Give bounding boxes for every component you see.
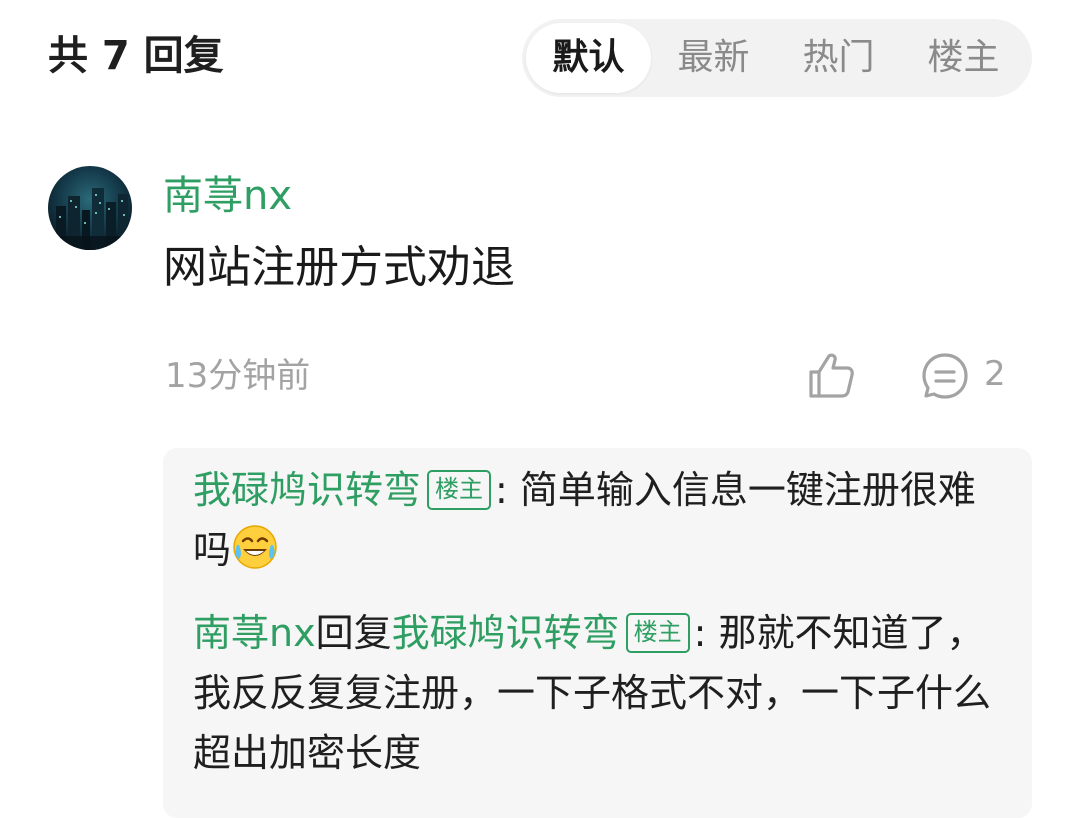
reply-separator: : bbox=[495, 468, 508, 512]
reply-separator: : bbox=[693, 611, 707, 655]
comment-time: 13分钟前 bbox=[165, 356, 311, 396]
laugh-cry-emoji-icon bbox=[231, 523, 279, 571]
tab-latest[interactable]: 最新 bbox=[651, 23, 776, 93]
op-badge: 楼主 bbox=[427, 470, 492, 510]
reply-verb: 回复 bbox=[315, 611, 392, 655]
comment-button[interactable]: 2 bbox=[920, 350, 1020, 400]
sort-tabs: 默认 最新 热门 楼主 bbox=[522, 19, 1032, 97]
replies-box[interactable]: 我碌鸠识转弯 楼主: 简单输入信息一键注册很难吗 南荨nx回复我碌鸠识转弯 楼主: … bbox=[163, 448, 1032, 818]
tab-hot[interactable]: 热门 bbox=[776, 23, 901, 93]
like-button[interactable] bbox=[805, 350, 859, 400]
tab-op-only[interactable]: 楼主 bbox=[901, 23, 1026, 93]
thumbs-up-icon bbox=[809, 353, 854, 398]
op-badge: 楼主 bbox=[625, 613, 690, 653]
reply-author[interactable]: 南荨nx bbox=[193, 611, 316, 655]
comment-text: 网站注册方式劝退 bbox=[163, 242, 515, 293]
tab-default[interactable]: 默认 bbox=[526, 23, 651, 93]
replies-header: 共 7 回复 默认 最新 热门 楼主 bbox=[0, 0, 1080, 115]
avatar-image bbox=[48, 166, 132, 250]
reply-author[interactable]: 我碌鸠识转弯 bbox=[193, 468, 421, 512]
reply-item[interactable]: 南荨nx回复我碌鸠识转弯 楼主: 那就不知道了，我反反复复注册，一下子格式不对，一… bbox=[193, 603, 1003, 783]
reply-count-title: 共 7 回复 bbox=[48, 33, 224, 79]
comment-author[interactable]: 南荨nx bbox=[163, 170, 292, 222]
comment-item: 南荨nx 网站注册方式劝退 13分钟前 2 我碌鸠识转弯 楼主: 简单输入信息一键… bbox=[0, 150, 1080, 818]
comment-reply-count: 2 bbox=[984, 354, 1006, 394]
comment-meta: 13分钟前 2 bbox=[0, 350, 1080, 400]
reply-target[interactable]: 我碌鸠识转弯 bbox=[392, 611, 620, 655]
avatar[interactable] bbox=[48, 166, 132, 250]
comment-icon bbox=[922, 353, 968, 399]
reply-item[interactable]: 我碌鸠识转弯 楼主: 简单输入信息一键注册很难吗 bbox=[193, 460, 1003, 580]
